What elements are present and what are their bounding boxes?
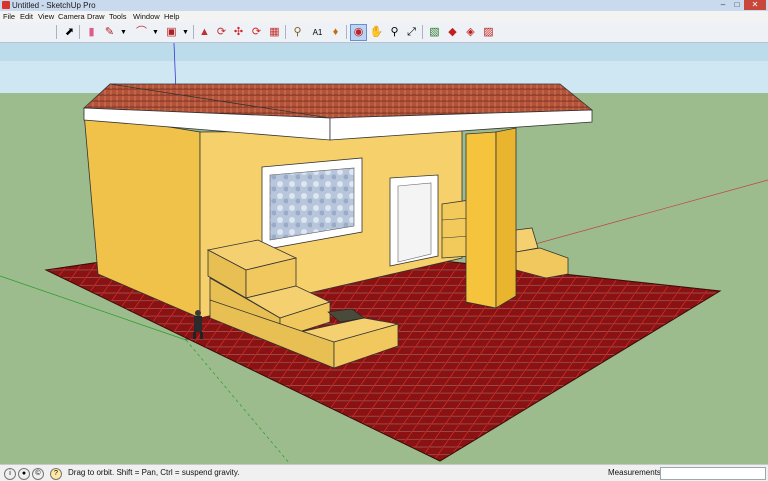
credits-icon[interactable]: ©	[32, 468, 44, 480]
toolbar-separator	[285, 25, 286, 39]
model-scene[interactable]	[0, 43, 768, 464]
maximize-icon[interactable]: □	[730, 0, 744, 10]
toolbar-separator	[56, 25, 57, 39]
toolbar-separator	[193, 25, 194, 39]
model-info-icon[interactable]: ▧	[427, 25, 442, 40]
follow-me-icon[interactable]: ⟳	[214, 25, 229, 40]
menu-draw[interactable]: Draw	[87, 11, 105, 22]
push-pull-icon[interactable]: ▲	[197, 25, 212, 40]
zoom-extents-icon[interactable]: ⤢	[404, 25, 419, 40]
sketchup-app-icon	[2, 1, 10, 9]
measurements-input[interactable]	[660, 467, 766, 480]
sky-gradient	[0, 43, 768, 61]
model-viewport[interactable]	[0, 43, 768, 464]
help-icon[interactable]: ?	[50, 468, 62, 480]
geolocation-icon[interactable]: ●	[18, 468, 30, 480]
door	[397, 182, 432, 263]
eraser-icon[interactable]: ▮	[84, 25, 99, 40]
menu-edit[interactable]: Edit	[20, 11, 33, 22]
status-message: Drag to orbit. Shift = Pan, Ctrl = suspe…	[68, 468, 240, 477]
minimize-icon[interactable]: –	[716, 0, 730, 10]
arc-icon[interactable]: ⌒	[134, 25, 149, 40]
paint-bucket-icon[interactable]: ♦	[328, 25, 343, 40]
arc-dropdown-icon[interactable]: ▼	[148, 25, 163, 40]
menu-view[interactable]: View	[38, 11, 54, 22]
info-icon[interactable]: i	[4, 468, 16, 480]
offset-icon[interactable]: ▦	[267, 25, 282, 40]
measurements-label: Measurements	[608, 468, 661, 477]
component-icon[interactable]: ◈	[463, 25, 478, 40]
pencil-icon[interactable]: ✎	[102, 25, 117, 40]
select-icon[interactable]: ⬈	[62, 25, 77, 40]
column-side	[495, 127, 517, 309]
tape-measure-icon[interactable]: ⚲	[290, 25, 305, 40]
menu-camera[interactable]: Camera	[58, 11, 85, 22]
rotate-icon[interactable]: ⟳	[249, 25, 264, 40]
rectangle-dropdown-icon[interactable]: ▼	[178, 25, 193, 40]
menu-bar: File Edit View Camera Draw Tools Window …	[0, 11, 768, 22]
move-icon[interactable]: ✣	[231, 25, 246, 40]
orbit-icon[interactable]: ◉	[350, 24, 367, 41]
pan-icon[interactable]: ✋	[369, 25, 384, 40]
menu-window[interactable]: Window	[133, 11, 160, 22]
warehouse-icon[interactable]: ▨	[481, 25, 496, 40]
menu-help[interactable]: Help	[164, 11, 179, 22]
status-bar: i ● © ? Drag to orbit. Shift = Pan, Ctrl…	[0, 464, 768, 481]
text-icon[interactable]: A1	[310, 25, 325, 40]
menu-file[interactable]: File	[3, 11, 15, 22]
pencil-dropdown-icon[interactable]: ▼	[116, 25, 131, 40]
menu-tools[interactable]: Tools	[109, 11, 127, 22]
window-title: Untitled - SketchUp Pro	[12, 1, 96, 10]
toolbar-separator	[422, 25, 423, 39]
zoom-icon[interactable]: ⚲	[387, 25, 402, 40]
toolbar-separator	[346, 25, 347, 39]
column-front[interactable]	[465, 131, 497, 309]
toolbar-separator	[79, 25, 80, 39]
main-toolbar: ⬈ ▮ ✎ ▼ ⌒ ▼ ▣ ▼ ▲ ⟳ ✣ ⟳ ▦ ⚲ A1 ♦ ◉ ✋ ⚲ ⤢…	[0, 22, 768, 43]
close-icon[interactable]: ✕	[744, 0, 766, 10]
section-plane-icon[interactable]: ◆	[445, 25, 460, 40]
rectangle-icon[interactable]: ▣	[164, 25, 179, 40]
